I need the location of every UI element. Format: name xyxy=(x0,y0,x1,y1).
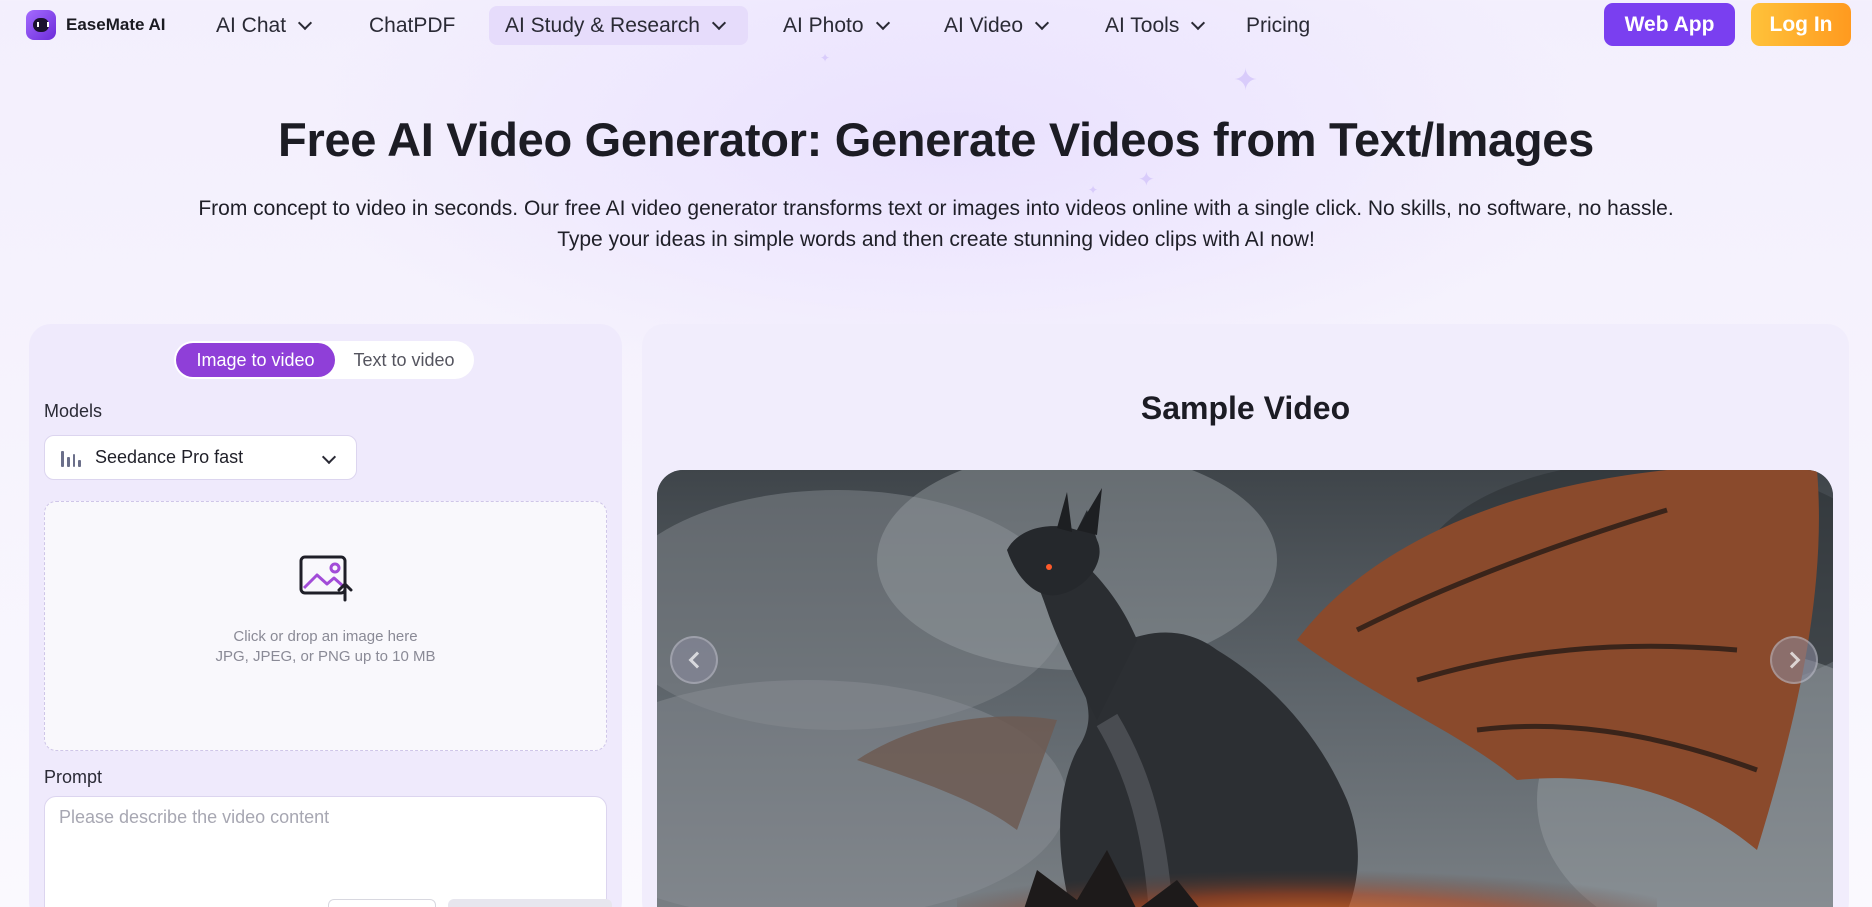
page-title: Free AI Video Generator: Generate Videos… xyxy=(278,113,1594,166)
nav-item-ai-tools[interactable]: AI Tools xyxy=(1089,6,1219,45)
sparkle-icon: ✦ xyxy=(820,51,831,65)
prompt-box xyxy=(44,796,612,907)
mode-toggle: Image to video Text to video xyxy=(174,341,474,379)
image-upload-icon xyxy=(299,555,353,602)
chevron-right-icon xyxy=(1783,651,1800,669)
sample-video[interactable] xyxy=(657,470,1833,907)
nav-item-chatpdf[interactable]: ChatPDF xyxy=(353,6,471,45)
nav-item-label: ChatPDF xyxy=(369,13,456,37)
nav-item-ai-study-research[interactable]: AI Study & Research xyxy=(489,6,748,45)
web-app-button[interactable]: Web App xyxy=(1604,3,1735,46)
nav-item-label: AI Chat xyxy=(216,13,287,37)
sample-title: Sample Video xyxy=(1140,390,1351,426)
nav-item-ai-chat[interactable]: AI Chat xyxy=(200,6,326,45)
sample-panel: Sample Video xyxy=(642,324,1849,907)
prompt-label: Prompt xyxy=(44,767,103,787)
sparkle-icon: ✦ xyxy=(1233,64,1259,97)
hero-subtitle: From concept to video in seconds. Our fr… xyxy=(198,197,1674,251)
chevron-down-icon xyxy=(1191,15,1206,30)
nav-item-ai-photo[interactable]: AI Photo xyxy=(767,6,904,45)
nav-item-label: Pricing xyxy=(1246,13,1311,37)
chevron-down-icon xyxy=(875,15,890,30)
prompt-enhance-button[interactable] xyxy=(448,899,612,907)
prompt-option-button[interactable] xyxy=(328,899,436,907)
tab-text-to-video[interactable]: Text to video xyxy=(336,341,472,379)
chevron-down-icon xyxy=(321,449,337,465)
dragon-illustration xyxy=(657,470,1833,907)
login-button[interactable]: Log In xyxy=(1751,3,1851,46)
generator-panel: Image to video Text to video Models Seed… xyxy=(29,324,622,907)
nav-item-label: AI Video xyxy=(944,13,1024,37)
logo-icon xyxy=(26,10,56,40)
top-nav: EaseMate AI AI Chat ChatPDF AI Study & R… xyxy=(0,0,1872,50)
models-label: Models xyxy=(44,401,103,421)
chevron-left-icon xyxy=(688,651,705,669)
model-select[interactable]: Seedance Pro fast xyxy=(44,435,357,480)
brand-name: EaseMate AI xyxy=(66,15,166,34)
chevron-down-icon xyxy=(297,15,313,30)
prompt-input[interactable] xyxy=(45,797,606,907)
dropzone-instruction: Click or drop an image here xyxy=(233,628,418,645)
sparkle-icon: ✦ xyxy=(1138,169,1155,191)
next-video-button[interactable] xyxy=(1770,636,1818,684)
model-bars-icon xyxy=(61,449,81,467)
nav-item-label: AI Study & Research xyxy=(505,13,700,37)
nav-item-ai-video[interactable]: AI Video xyxy=(928,6,1063,45)
image-dropzone[interactable]: Click or drop an image here JPG, JPEG, o… xyxy=(44,501,607,751)
chevron-down-icon xyxy=(1034,15,1050,30)
tab-image-to-video[interactable]: Image to video xyxy=(176,343,335,377)
chevron-down-icon xyxy=(711,15,727,30)
nav-item-label: AI Photo xyxy=(783,13,864,37)
nav-item-pricing[interactable]: Pricing xyxy=(1230,6,1326,45)
dropzone-file-limits: JPG, JPEG, or PNG up to 10 MB xyxy=(215,648,436,665)
nav-item-label: AI Tools xyxy=(1105,13,1180,37)
brand-logo[interactable]: EaseMate AI xyxy=(26,10,166,40)
model-selected-value: Seedance Pro fast xyxy=(95,447,244,467)
previous-video-button[interactable] xyxy=(670,636,718,684)
